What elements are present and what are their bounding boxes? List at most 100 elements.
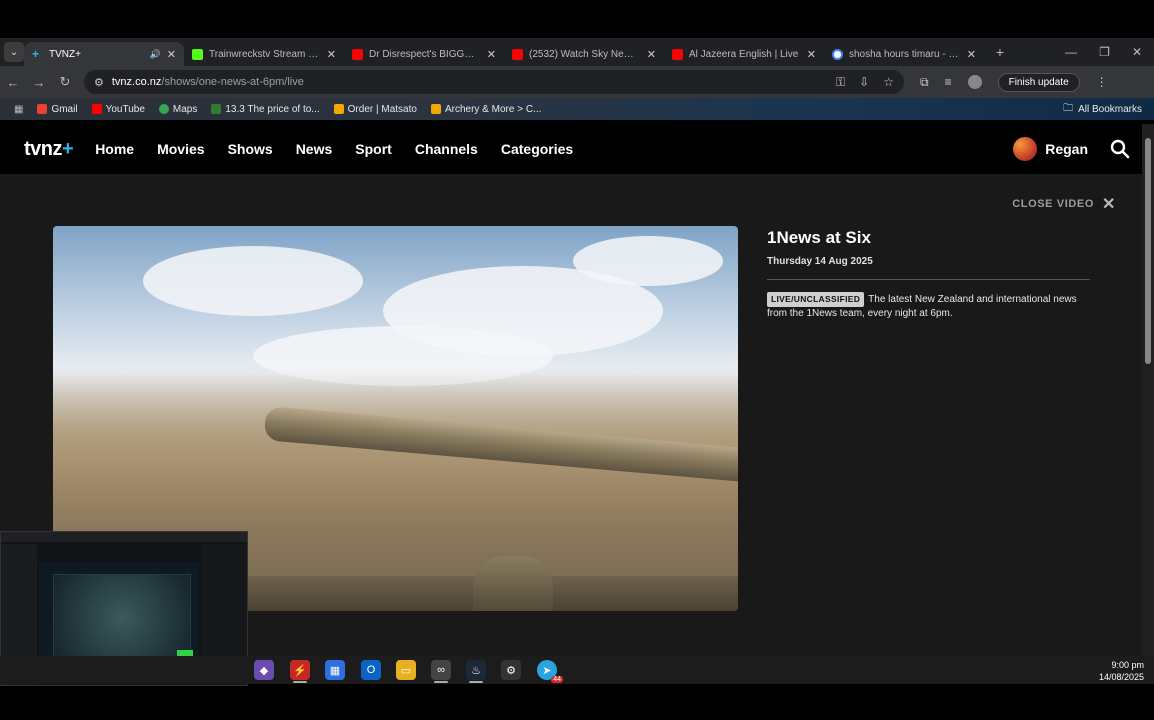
tab-google[interactable]: shosha hours timaru - Goog ✕ bbox=[824, 42, 984, 66]
outlook-icon[interactable]: O bbox=[361, 660, 381, 680]
app-red-bolt-icon[interactable]: ⚡ bbox=[290, 660, 310, 683]
tab-search-button[interactable]: ⌄ bbox=[4, 42, 24, 62]
close-tab-icon[interactable]: ✕ bbox=[167, 48, 176, 61]
avatar bbox=[1013, 137, 1038, 161]
running-indicator bbox=[293, 681, 307, 683]
overlay-slot-game bbox=[53, 574, 191, 662]
site-info-icon[interactable]: ⚙ bbox=[94, 76, 104, 89]
extensions-icon[interactable]: ⧉ bbox=[920, 75, 929, 90]
nav-sport[interactable]: Sport bbox=[355, 141, 392, 157]
finish-update-button[interactable]: Finish update bbox=[997, 72, 1080, 92]
video-frame-cloud bbox=[143, 246, 363, 316]
nav-movies[interactable]: Movies bbox=[157, 141, 204, 157]
tab-title: (2532) Watch Sky News - Yo bbox=[529, 48, 641, 60]
tab-title: Al Jazeera English | Live bbox=[689, 48, 799, 60]
apps-icon[interactable]: ▦ bbox=[14, 104, 23, 115]
nav-shows[interactable]: Shows bbox=[228, 141, 273, 157]
maps-icon bbox=[158, 104, 169, 114]
bookmark-archery[interactable]: Archery & More > C... bbox=[430, 104, 541, 115]
settings-gear-icon[interactable]: ⚙ bbox=[501, 660, 521, 680]
page-icon bbox=[211, 104, 222, 114]
store-icon[interactable]: ▦ bbox=[325, 660, 345, 680]
app-purple-icon[interactable]: ◆ bbox=[254, 660, 274, 680]
close-tab-icon[interactable]: ✕ bbox=[487, 48, 496, 61]
reload-icon[interactable]: ↻ bbox=[52, 74, 78, 90]
tab-youtube-dr[interactable]: Dr Disrespect's BIGGEST A ✕ bbox=[344, 42, 504, 66]
show-description: LIVE/UNCLASSIFIED The latest New Zealand … bbox=[767, 292, 1090, 320]
bookmark-maps[interactable]: Maps bbox=[158, 104, 197, 115]
tvnz-favicon-icon: + bbox=[32, 46, 40, 61]
media-controls-icon[interactable]: ≡ bbox=[945, 75, 952, 89]
tvnz-logo[interactable]: tvnz+ bbox=[24, 138, 74, 161]
close-tab-icon[interactable]: ✕ bbox=[647, 48, 656, 61]
new-tab-button[interactable]: + bbox=[990, 42, 1010, 62]
steam-icon[interactable]: ♨ bbox=[466, 660, 486, 683]
user-menu[interactable]: Regan bbox=[1013, 137, 1088, 161]
page-scrollbar[interactable] bbox=[1142, 124, 1154, 656]
tab-title: TVNZ+ bbox=[49, 48, 81, 60]
bookmark-matsato[interactable]: Order | Matsato bbox=[333, 104, 417, 115]
bookmark-gmail[interactable]: Gmail bbox=[37, 104, 78, 115]
show-date: Thursday 14 Aug 2025 bbox=[767, 256, 873, 267]
tab-tvnz[interactable]: + TVNZ+ 🔊 ✕ bbox=[24, 42, 184, 66]
system-clock[interactable]: 9:00 pm 14/08/2025 bbox=[1099, 659, 1144, 683]
telegram-badge: 44 bbox=[551, 676, 563, 683]
google-favicon-icon bbox=[832, 48, 843, 60]
url-path: /shows/one-news-at-6pm/live bbox=[161, 76, 304, 88]
kick-favicon-icon bbox=[192, 48, 203, 60]
search-icon[interactable] bbox=[1110, 139, 1130, 159]
browser-menu-icon[interactable]: ⋮ bbox=[1096, 75, 1108, 89]
window-controls: — ❐ ✕ bbox=[1065, 45, 1142, 59]
clock-date: 14/08/2025 bbox=[1098, 672, 1144, 682]
nav-categories[interactable]: Categories bbox=[501, 141, 573, 157]
close-tab-icon[interactable]: ✕ bbox=[967, 48, 976, 61]
show-info: 1News at Six Thursday 14 Aug 2025 LIVE/U… bbox=[767, 228, 1090, 320]
profile-avatar[interactable] bbox=[967, 75, 982, 89]
browser-toolbar: ← → ↻ ⚙ tvnz.co.nz/shows/one-news-at-6pm… bbox=[0, 66, 1154, 98]
forward-icon[interactable]: → bbox=[26, 75, 52, 90]
bookmark-star-icon[interactable]: ☆ bbox=[883, 75, 894, 90]
youtube-icon bbox=[91, 104, 102, 114]
close-window-icon[interactable]: ✕ bbox=[1132, 45, 1142, 59]
windows-taskbar: ◆ ⚡ ▦ O ▭ ∞ ♨ ⚙ ➤ 44 9:00 pm 14/08/2025 bbox=[0, 656, 1154, 684]
close-tab-icon[interactable]: ✕ bbox=[807, 48, 816, 61]
close-icon: ✕ bbox=[1101, 196, 1116, 213]
screen: { "browser": { "tabs": [ {"title": "TVNZ… bbox=[0, 0, 1154, 720]
clock-time: 9:00 pm bbox=[1111, 660, 1144, 670]
site-header: tvnz+ Home Movies Shows News Sport Chann… bbox=[0, 124, 1142, 174]
tab-title: Trainwreckstv Stream - Watc bbox=[209, 48, 321, 60]
tab-youtube-aljazeera[interactable]: Al Jazeera English | Live ✕ bbox=[664, 42, 824, 66]
tab-kick[interactable]: Trainwreckstv Stream - Watc ✕ bbox=[184, 42, 344, 66]
telegram-icon[interactable]: ➤ 44 bbox=[537, 660, 563, 683]
divider bbox=[767, 279, 1090, 280]
bookmark-youtube[interactable]: YouTube bbox=[91, 104, 145, 115]
back-icon[interactable]: ← bbox=[0, 75, 26, 90]
all-bookmarks-button[interactable]: 🗀 All Bookmarks bbox=[1063, 101, 1142, 118]
close-video-button[interactable]: CLOSE VIDEO ✕ bbox=[1012, 194, 1116, 214]
browser-tab-bar: ⌄ + TVNZ+ 🔊 ✕ Trainwreckstv Stream - Wat… bbox=[0, 38, 1154, 66]
youtube-favicon-icon bbox=[352, 48, 363, 60]
password-key-icon[interactable]: ⚿ bbox=[836, 75, 845, 90]
tab-youtube-sky[interactable]: (2532) Watch Sky News - Yo ✕ bbox=[504, 42, 664, 66]
install-app-icon[interactable]: ⇩ bbox=[859, 75, 869, 90]
bookmark-price[interactable]: 13.3 The price of to... bbox=[211, 104, 320, 115]
tab-title: Dr Disrespect's BIGGEST A bbox=[369, 48, 481, 60]
url-host: tvnz.co.nz bbox=[111, 76, 162, 88]
youtube-favicon-icon bbox=[512, 48, 523, 60]
nav-channels[interactable]: Channels bbox=[415, 141, 478, 157]
app-link-icon[interactable]: ∞ bbox=[431, 660, 451, 683]
gmail-icon bbox=[37, 104, 48, 114]
close-tab-icon[interactable]: ✕ bbox=[327, 48, 336, 61]
tab-title: shosha hours timaru - Goog bbox=[849, 48, 961, 60]
nav-home[interactable]: Home bbox=[95, 141, 134, 157]
minimize-icon[interactable]: — bbox=[1065, 45, 1077, 59]
speaker-icon[interactable]: 🔊 bbox=[150, 49, 161, 60]
scrollbar-thumb[interactable] bbox=[1145, 138, 1151, 364]
restore-icon[interactable]: ❐ bbox=[1099, 45, 1110, 59]
address-bar[interactable]: ⚙ tvnz.co.nz/shows/one-news-at-6pm/live … bbox=[84, 70, 904, 94]
youtube-favicon-icon bbox=[672, 48, 683, 60]
nav-news[interactable]: News bbox=[296, 141, 333, 157]
overlay-top-bar bbox=[1, 532, 247, 542]
running-indicator bbox=[469, 681, 483, 683]
file-explorer-icon[interactable]: ▭ bbox=[396, 660, 416, 680]
